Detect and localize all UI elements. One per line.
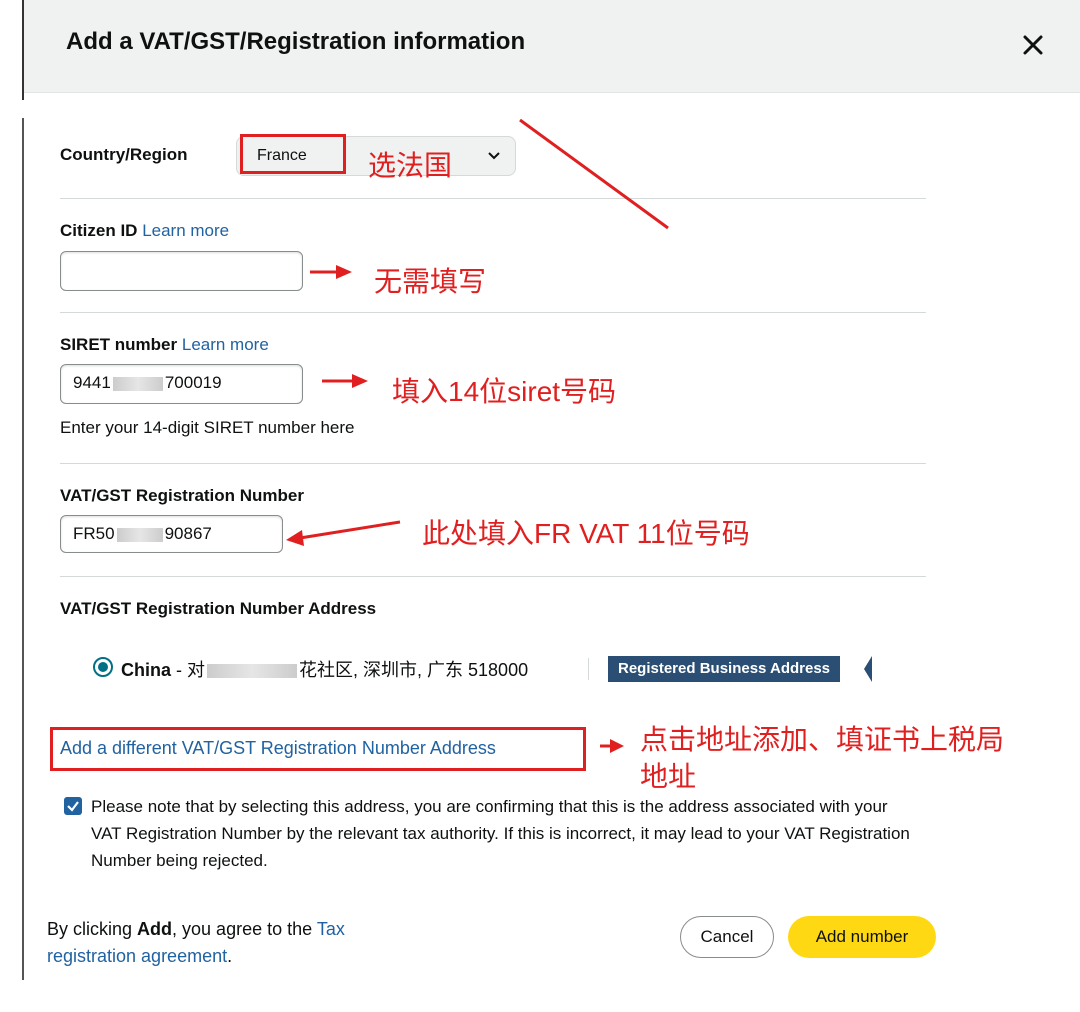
annotation-arrows xyxy=(286,118,669,753)
arrow-icon xyxy=(286,520,401,546)
arrow-icon xyxy=(600,739,624,753)
annotation-line xyxy=(519,118,669,230)
arrow-icon xyxy=(322,374,368,388)
arrow-icon xyxy=(310,265,352,279)
